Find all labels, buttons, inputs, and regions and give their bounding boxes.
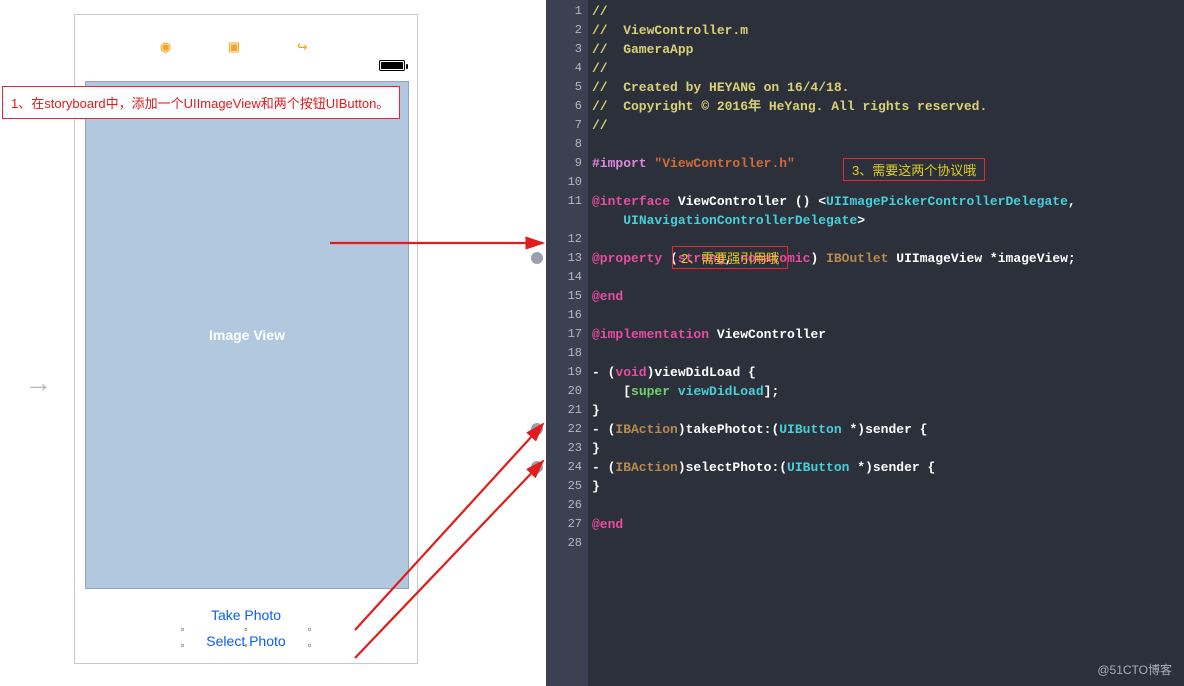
line-number: 13 [546,249,588,268]
line-number: 4 [546,59,588,78]
line-number: 9 [546,154,588,173]
line-number: 5 [546,78,588,97]
line-number: 3 [546,40,588,59]
line-number: 28 [546,534,588,553]
line-number: 12 [546,230,588,249]
code-line[interactable]: @implementation ViewController [592,325,1184,344]
toolbar-icons: ◉ ▣ ↪ [75,37,417,58]
line-number: 26 [546,496,588,515]
code-line[interactable]: // Copyright © 2016年 HeYang. All rights … [592,97,1184,116]
code-line[interactable]: @end [592,287,1184,306]
line-number: 2 [546,21,588,40]
line-number: 24 [546,458,588,477]
code-editor[interactable]: 1234567891011121314151617181920212223242… [546,0,1184,686]
take-photo-button[interactable]: Take Photo [75,607,417,623]
line-number: 20 [546,382,588,401]
line-number: 23 [546,439,588,458]
line-number: 25 [546,477,588,496]
line-number: 16 [546,306,588,325]
line-number: 10 [546,173,588,192]
code-line[interactable]: // [592,2,1184,21]
code-line[interactable] [592,135,1184,154]
watermark: @51CTO博客 [1097,661,1172,678]
line-number: 7 [546,116,588,135]
line-number: 27 [546,515,588,534]
code-line[interactable]: // GameraApp [592,40,1184,59]
segue-arrow-icon: → [30,370,47,401]
connection-dot-icon [531,461,543,473]
code-line[interactable]: @end [592,515,1184,534]
code-line[interactable] [592,534,1184,553]
line-number: 17 [546,325,588,344]
code-line[interactable]: } [592,477,1184,496]
uiimageview-placeholder[interactable]: Image View [85,81,409,589]
code-line[interactable]: [super viewDidLoad]; [592,382,1184,401]
line-number: 19 [546,363,588,382]
interface-builder-panel: → ◉ ▣ ↪ Image View Take Photo ▫▫▫ Select… [0,0,546,686]
code-line[interactable]: // [592,116,1184,135]
imageview-label: Image View [209,327,285,343]
connection-dot-icon [531,252,543,264]
code-line[interactable] [592,344,1184,363]
code-line[interactable]: @interface ViewController () <UIImagePic… [592,192,1184,211]
code-line[interactable]: // ViewController.m [592,21,1184,40]
line-number: 1 [546,2,588,21]
code-line[interactable] [592,496,1184,515]
line-number: 21 [546,401,588,420]
battery-icon [379,60,405,71]
line-number: 8 [546,135,588,154]
selection-handles-bottom: ▫▫▫ [75,641,417,651]
code-line[interactable]: - (IBAction)takePhotot:(UIButton *)sende… [592,420,1184,439]
annotation-1: 1、在storyboard中，添加一个UIImageView和两个按钮UIBut… [2,86,400,119]
code-line[interactable]: } [592,401,1184,420]
code-line[interactable] [592,268,1184,287]
code-line[interactable]: - (IBAction)selectPhoto:(UIButton *)send… [592,458,1184,477]
line-number: 18 [546,344,588,363]
code-body[interactable]: //// ViewController.m// GameraApp//// Cr… [592,0,1184,553]
code-line[interactable]: - (void)viewDidLoad { [592,363,1184,382]
line-number [546,211,588,230]
line-number: 6 [546,97,588,116]
line-number: 22 [546,420,588,439]
code-line[interactable]: UINavigationControllerDelegate> [592,211,1184,230]
line-number: 15 [546,287,588,306]
connection-dot-icon [531,423,543,435]
code-line[interactable]: } [592,439,1184,458]
annotation-2: 2、需要强引用哦 [672,246,788,269]
line-number: 14 [546,268,588,287]
code-line[interactable] [592,306,1184,325]
line-gutter: 1234567891011121314151617181920212223242… [546,0,588,686]
line-number: 11 [546,192,588,211]
code-line[interactable]: // [592,59,1184,78]
code-line[interactable]: // Created by HEYANG on 16/4/18. [592,78,1184,97]
annotation-3: 3、需要这两个协议哦 [843,158,985,181]
